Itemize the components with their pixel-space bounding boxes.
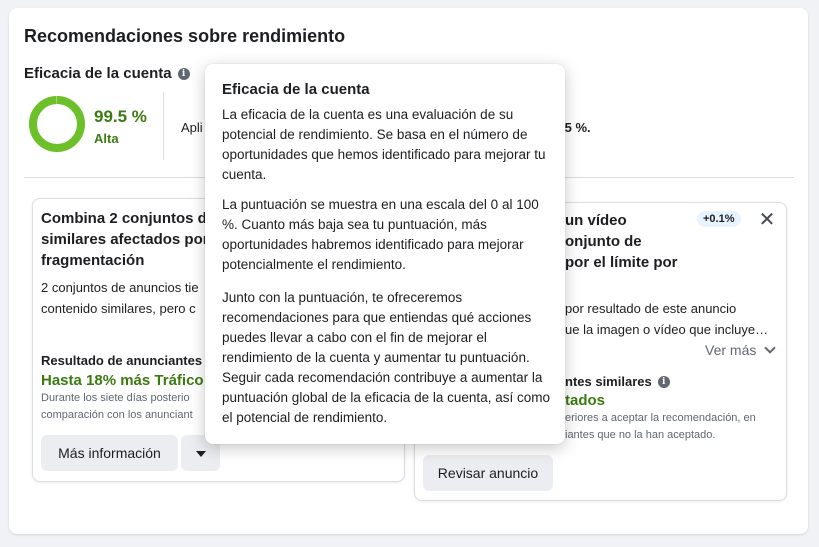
- review-ad-button[interactable]: Revisar anuncio: [423, 455, 553, 491]
- result-label: ntes similares: [565, 374, 652, 389]
- result-note-line: Durante los siete días posterio: [41, 392, 190, 404]
- tooltip-paragraph: La eficacia de la cuenta es una evaluaci…: [222, 107, 546, 182]
- result-value: Hasta 18% más Tráfico: [41, 372, 204, 389]
- card-title: un vídeo onjunto de por el límite por: [565, 210, 678, 273]
- card-title-line: Combina 2 conjuntos de: [41, 210, 216, 227]
- card-title-line: un vídeo: [565, 212, 627, 229]
- see-more-label: Ver más: [705, 342, 757, 358]
- result-note-line: comparación con los anunciant: [41, 409, 193, 421]
- apply-text-tail: .5 %.: [561, 120, 591, 135]
- page-title: Recomendaciones sobre rendimiento: [24, 26, 346, 46]
- info-icon[interactable]: i: [177, 67, 190, 80]
- info-icon[interactable]: i: [657, 375, 670, 388]
- chevron-down-icon: [764, 342, 776, 354]
- caret-down-icon: [195, 451, 206, 458]
- result-label: Resultado de anunciantes: [41, 353, 203, 368]
- score-impact-badge: +0.1%: [697, 211, 741, 227]
- more-info-button[interactable]: Más información: [41, 435, 178, 471]
- result-label-wrap: ntes similares i: [565, 374, 670, 389]
- card-title-line: onjunto de: [565, 233, 642, 250]
- score-ring: [29, 96, 85, 152]
- card-description-line: ue la imagen o vídeo que incluye…: [565, 322, 769, 337]
- card-description-line: contenido similares, pero c: [41, 301, 196, 316]
- card-description-line: 2 conjuntos de anuncios tie: [41, 280, 199, 295]
- card-title: Combina 2 conjuntos de similares afectad…: [41, 208, 215, 271]
- score-ring-fill: [29, 96, 85, 152]
- result-note-line: eriores a aceptar la recomendación, en: [565, 412, 756, 424]
- card-title-line: similares afectados por: [41, 231, 209, 248]
- account-score-title-text: Eficacia de la cuenta: [24, 65, 172, 82]
- tooltip-paragraph: Junto con la puntuación, te ofreceremos …: [222, 290, 550, 425]
- card-title-line: por el límite por: [565, 254, 678, 271]
- card-description: por resultado de este anuncio ue la imag…: [565, 298, 768, 340]
- result-note-line: iantes que no la han aceptado.: [565, 429, 716, 441]
- account-score-title: Eficacia de la cuenta i: [24, 65, 190, 82]
- card-description: 2 conjuntos de anuncios tie contenido si…: [41, 277, 199, 319]
- see-more-link[interactable]: Ver más: [705, 342, 776, 358]
- tooltip-title: Eficacia de la cuenta: [222, 81, 370, 98]
- close-icon[interactable]: ✕: [758, 210, 776, 230]
- score-value: 99.5 %: [94, 107, 147, 126]
- card-description-line: por resultado de este anuncio: [565, 301, 737, 316]
- score-rating: Alta: [94, 131, 119, 146]
- tooltip-paragraph: La puntuación se muestra en una escala d…: [222, 197, 539, 272]
- result-value: tados: [565, 392, 606, 409]
- account-score-tooltip: Eficacia de la cuenta La eficacia de la …: [205, 64, 565, 444]
- card-title-line: fragmentación: [41, 252, 145, 269]
- result-note: Durante los siete días posterio comparac…: [41, 390, 193, 424]
- apply-text: Apli: [181, 120, 203, 135]
- result-note: eriores a aceptar la recomendación, en i…: [565, 410, 756, 444]
- vertical-divider: [163, 92, 164, 160]
